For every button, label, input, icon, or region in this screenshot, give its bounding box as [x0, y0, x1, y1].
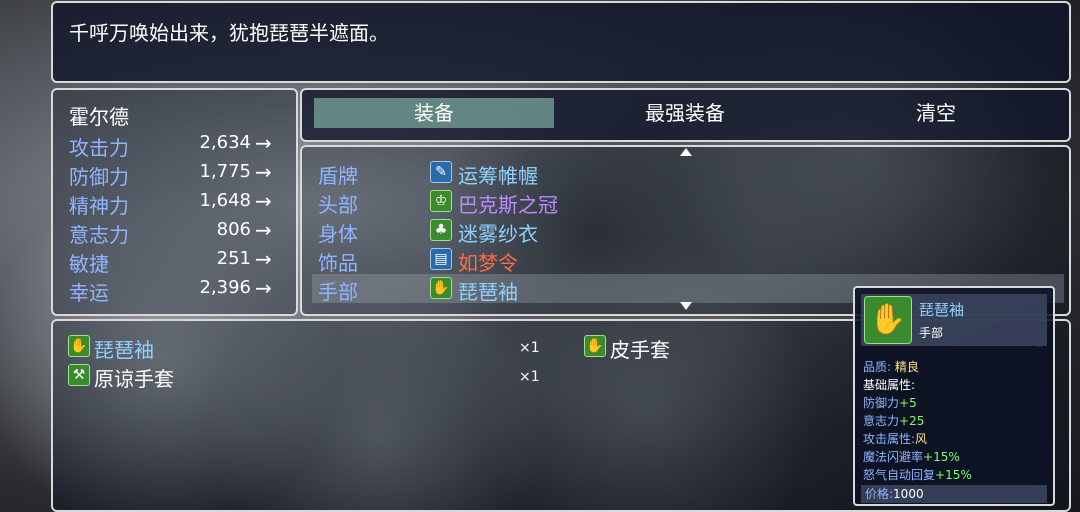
- slot-item-name: 运筹帷幄: [458, 164, 538, 188]
- slot-accessory[interactable]: 饰品 ▤ 如梦令: [318, 245, 1058, 275]
- inventory-item-qty: ×1: [519, 369, 540, 385]
- tooltip-quality-value: 精良: [894, 360, 919, 374]
- scroll-down-icon[interactable]: [680, 302, 692, 310]
- tooltip-base-label: 基础属性:: [863, 378, 916, 392]
- glove-icon: ✋: [68, 335, 90, 357]
- stat-row-attack: 攻击力 2,634 →: [69, 131, 299, 160]
- tooltip-stat-value: 风: [915, 432, 928, 446]
- tooltip-stat-value: +15%: [935, 468, 972, 482]
- scroll-up-icon[interactable]: [680, 148, 692, 156]
- inventory-item[interactable]: ⚒ 原谅手套 ×1: [68, 361, 548, 391]
- stat-value: 806: [216, 219, 251, 240]
- tooltip-stat-label: 防御力: [863, 396, 900, 410]
- wand-icon: ⚒: [68, 364, 90, 386]
- slot-label: 盾牌: [318, 164, 358, 188]
- inventory-item-name: 皮手套: [610, 338, 670, 362]
- glove-icon: ✋: [584, 335, 606, 357]
- tooltip-stat-label: 魔法闪避率: [863, 450, 924, 464]
- slot-label: 饰品: [318, 251, 358, 275]
- stat-row-will: 意志力 806 →: [69, 218, 299, 247]
- stat-value: 1,648: [199, 190, 251, 211]
- slot-head[interactable]: 头部 ♔ 巴克斯之冠: [318, 187, 1058, 217]
- message-window: 千呼万唤始出来，犹抱琵琶半遮面。: [51, 1, 1071, 83]
- inventory-item-name: 琵琶袖: [94, 338, 154, 362]
- crown-icon: ♔: [430, 190, 452, 212]
- tooltip-stat-line: 怒气自动回复+15%: [863, 466, 972, 483]
- inventory-item-name: 原谅手套: [94, 367, 174, 391]
- slot-item-name: 迷雾纱衣: [458, 222, 538, 246]
- tooltip-header: ✋ 琵琶袖 手部: [861, 294, 1047, 346]
- tooltip-stat-line: 魔法闪避率+15%: [863, 448, 960, 465]
- tooltip-stat-line: 攻击属性:风: [863, 430, 927, 447]
- stat-arrow-icon: →: [255, 276, 272, 300]
- stat-label: 防御力: [69, 165, 129, 189]
- stat-row-luck: 幸运 2,396 →: [69, 276, 299, 305]
- stat-row-defense: 防御力 1,775 →: [69, 160, 299, 189]
- tooltip-item-name: 琵琶袖: [919, 301, 965, 319]
- tooltip-stat-value: +15%: [923, 450, 960, 464]
- tooltip-stat-line: 防御力+5: [863, 394, 917, 411]
- slot-shield[interactable]: 盾牌 ✎ 运筹帷幄: [318, 158, 1058, 188]
- tooltip-price-label: 价格:: [865, 487, 894, 501]
- tooltip-stat-label: 意志力: [863, 414, 900, 428]
- stat-value: 251: [216, 248, 251, 269]
- slot-body[interactable]: 身体 ♣ 迷雾纱衣: [318, 216, 1058, 246]
- slot-item-name: 如梦令: [458, 251, 518, 275]
- stat-arrow-icon: →: [255, 247, 272, 271]
- stat-value: 2,634: [199, 132, 251, 153]
- stat-value: 1,775: [199, 161, 251, 182]
- tooltip-stat-label: 攻击属性:: [863, 432, 916, 446]
- tooltip-stat-line: 意志力+25: [863, 412, 924, 429]
- glove-icon: ✋: [430, 277, 452, 299]
- tooltip-price-value: 1000: [893, 487, 924, 501]
- stat-label: 幸运: [69, 281, 109, 305]
- stat-label: 攻击力: [69, 136, 129, 160]
- slot-label: 手部: [318, 280, 358, 304]
- item-tooltip: ✋ 琵琶袖 手部 品质: 精良 基础属性: 防御力+5 意志力+25 攻击属性:…: [853, 286, 1055, 506]
- tooltip-stat-value: +25: [899, 414, 925, 428]
- stat-label: 意志力: [69, 223, 129, 247]
- stat-value: 2,396: [199, 277, 251, 298]
- tooltip-stat-label: 怒气自动回复: [863, 468, 936, 482]
- stat-row-agility: 敏捷 251 →: [69, 247, 299, 276]
- slot-item-name: 巴克斯之冠: [458, 193, 558, 217]
- stat-arrow-icon: →: [255, 189, 272, 213]
- book-icon: ✎: [430, 161, 452, 183]
- slot-label: 身体: [318, 222, 358, 246]
- cmd-clear[interactable]: 清空: [816, 98, 1056, 128]
- stat-row-spirit: 精神力 1,648 →: [69, 189, 299, 218]
- cmd-optimize[interactable]: 最强装备: [565, 98, 805, 128]
- inventory-item[interactable]: ✋ 皮手套: [584, 332, 844, 362]
- stat-label: 敏捷: [69, 252, 109, 276]
- stat-label: 精神力: [69, 194, 129, 218]
- tooltip-stat-value: +5: [899, 396, 917, 410]
- scroll-icon: ▤: [430, 248, 452, 270]
- tooltip-item-slot: 手部: [919, 326, 944, 340]
- stat-arrow-icon: →: [255, 131, 272, 155]
- actor-name: 霍尔德: [69, 105, 129, 129]
- tooltip-price: 价格:1000: [861, 485, 1047, 503]
- robe-icon: ♣: [430, 219, 452, 241]
- slot-label: 头部: [318, 193, 358, 217]
- message-text: 千呼万唤始出来，犹抱琵琶半遮面。: [69, 21, 389, 45]
- cmd-equip[interactable]: 装备: [314, 98, 554, 128]
- stat-arrow-icon: →: [255, 218, 272, 242]
- tooltip-quality: 品质: 精良: [863, 358, 919, 375]
- stat-arrow-icon: →: [255, 160, 272, 184]
- inventory-item[interactable]: ✋ 琵琶袖 ×1: [68, 332, 548, 362]
- glove-icon: ✋: [864, 296, 912, 344]
- inventory-item-qty: ×1: [519, 340, 540, 356]
- tooltip-quality-label: 品质:: [863, 360, 892, 374]
- slot-item-name: 琵琶袖: [458, 280, 518, 304]
